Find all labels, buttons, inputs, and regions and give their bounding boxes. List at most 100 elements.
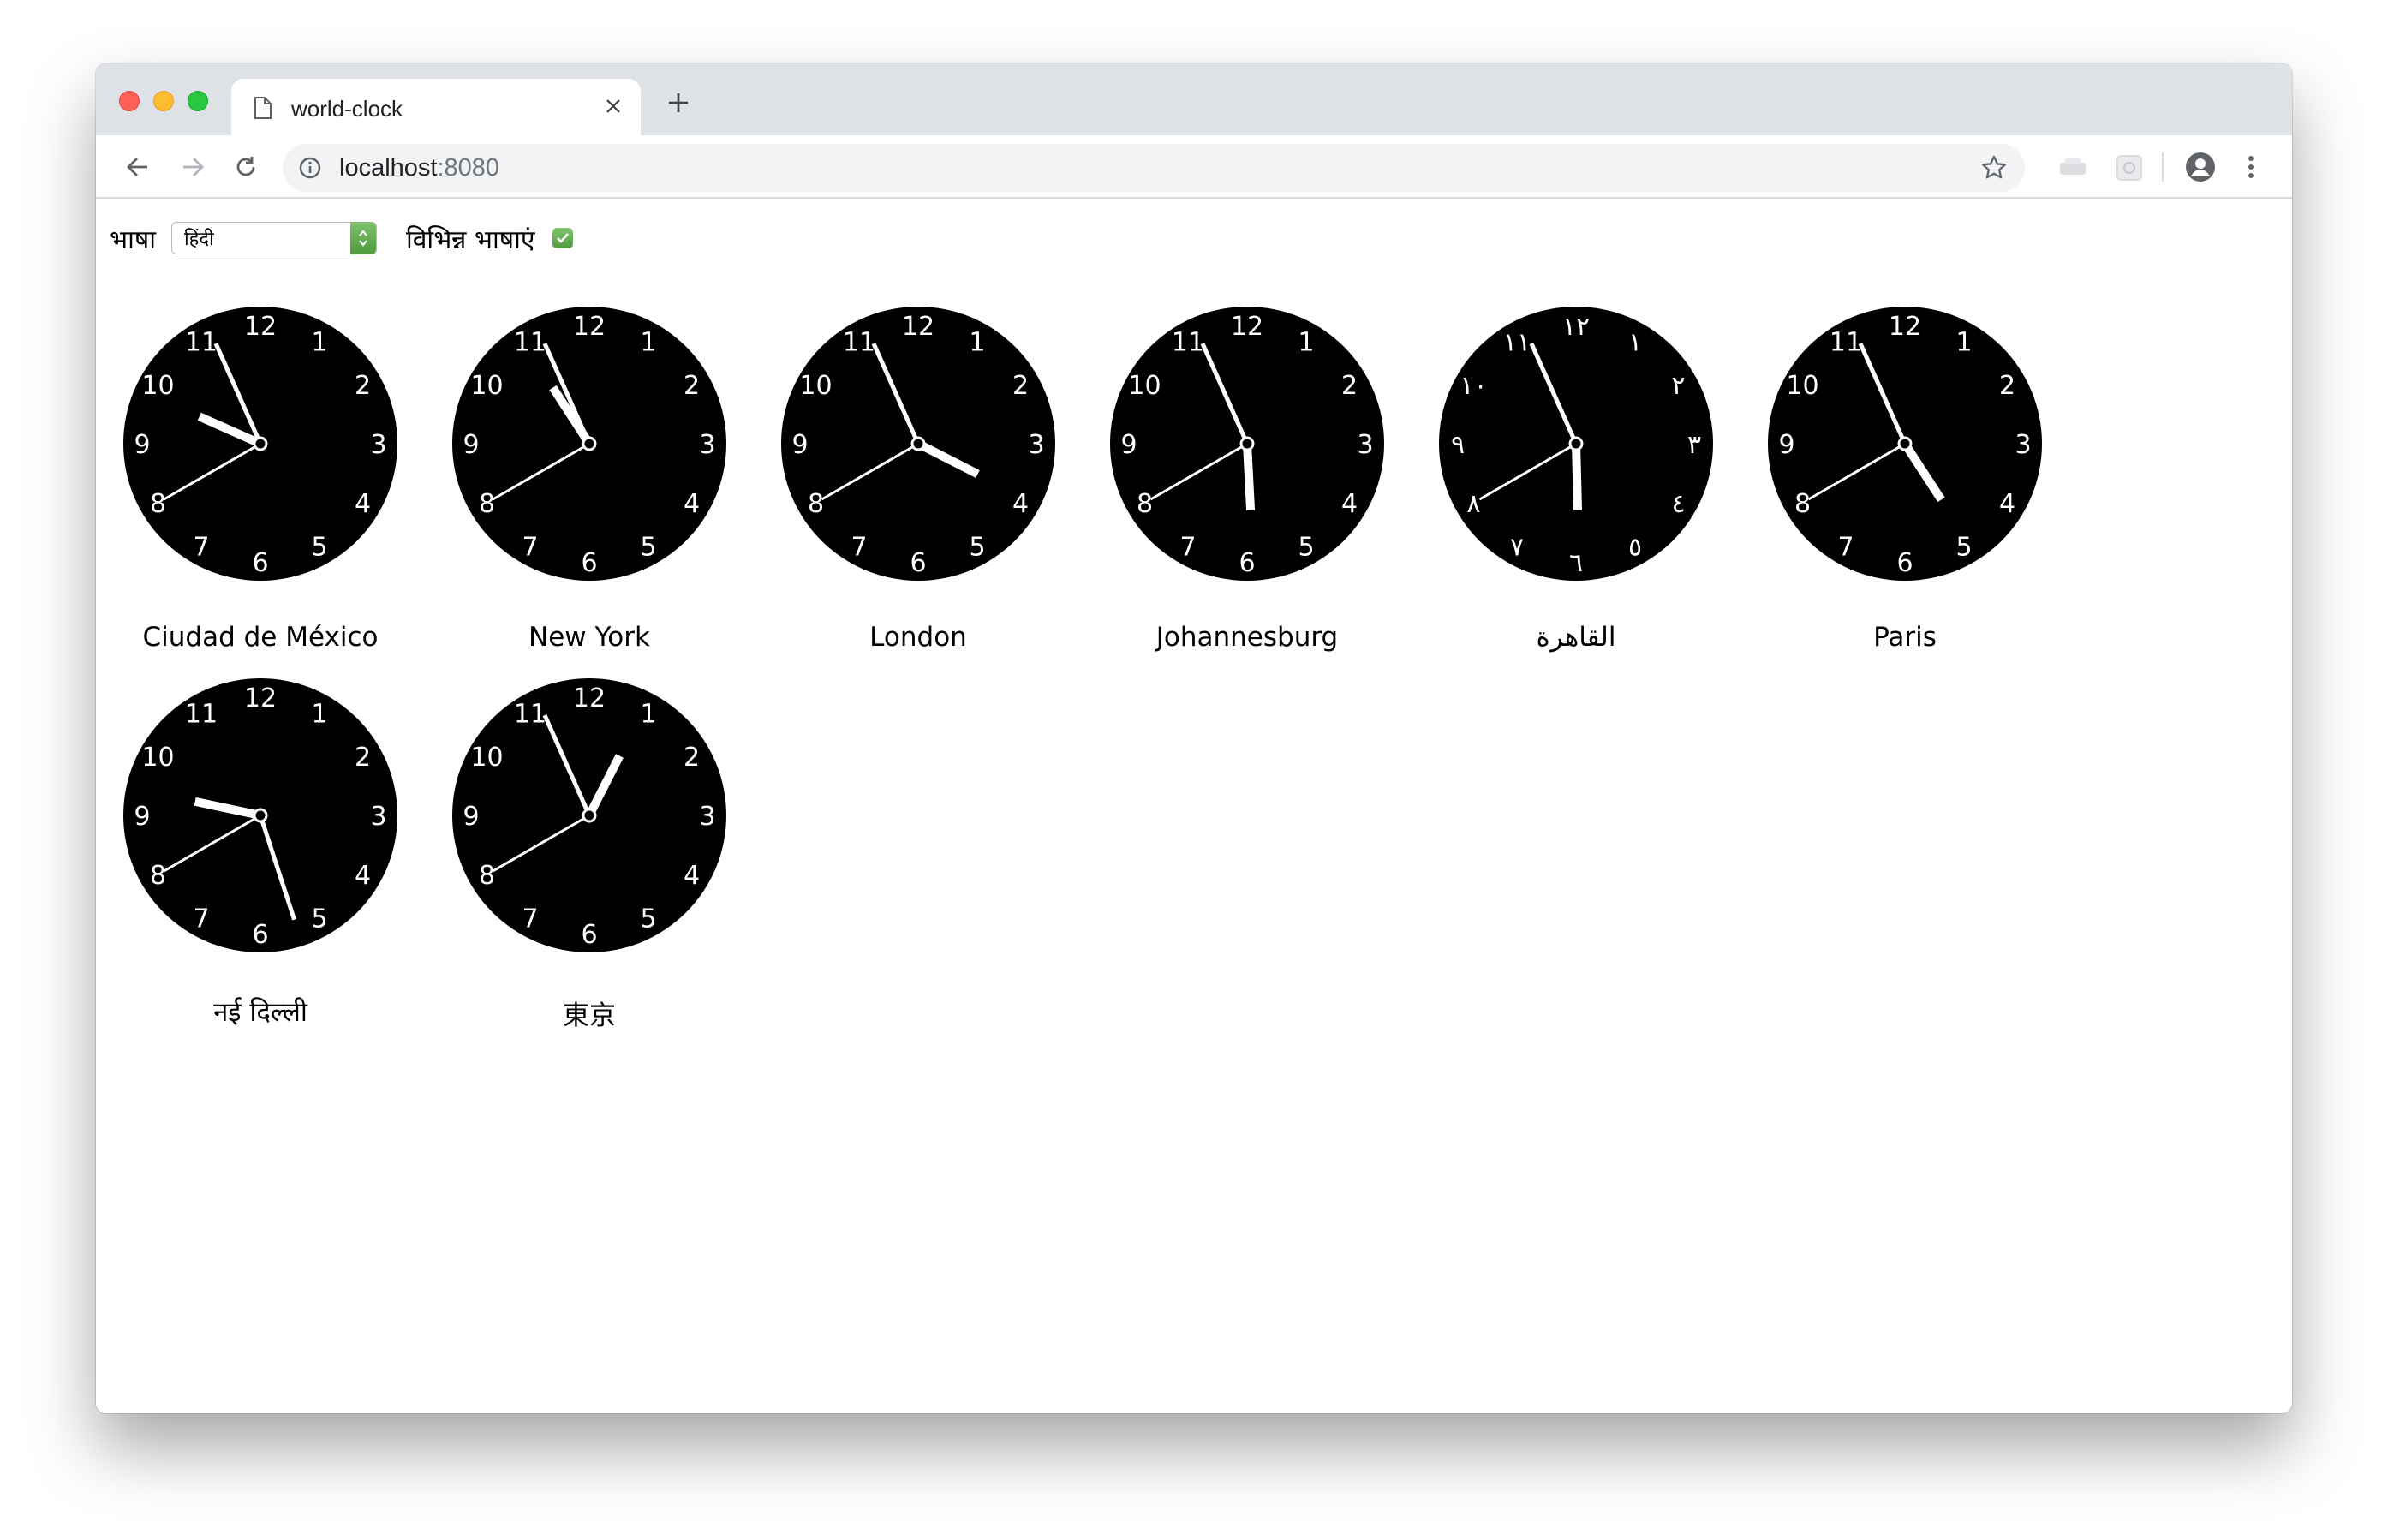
extension-icon[interactable] <box>2057 154 2088 184</box>
hour-hand <box>1243 443 1256 511</box>
close-tab-icon[interactable] <box>598 91 629 122</box>
clock-numeral: 8 <box>1137 489 1153 519</box>
clock-numeral: 5 <box>640 904 656 934</box>
clock-city-label: New York <box>528 622 650 653</box>
new-tab-button[interactable] <box>661 86 696 120</box>
clock-numeral: 9 <box>134 802 150 832</box>
clock-numeral: 2 <box>355 371 371 401</box>
clock-numeral: 6 <box>581 548 597 578</box>
tab-bar: world-clock <box>96 63 2292 135</box>
center-pin <box>910 436 926 451</box>
url-text: localhost:8080 <box>339 154 499 182</box>
clock-numeral: ١٠ <box>1460 371 1487 401</box>
puzzle-extension-icon[interactable] <box>2116 154 2143 186</box>
clock-numeral: 10 <box>470 371 503 401</box>
clock-numeral: 8 <box>150 489 166 519</box>
clock-numeral: ١ <box>1628 327 1642 357</box>
clock-card: 12 1 2 3 4 5 6 7 8 9 10 11 東京 <box>425 678 754 1052</box>
clock-numeral: 6 <box>910 548 926 578</box>
url-port: :8080 <box>437 154 500 182</box>
clock-face: 121234567891011 <box>781 307 1055 581</box>
clock-numeral: 3 <box>2015 430 2031 460</box>
clock-numeral: 4 <box>684 861 700 891</box>
forward-button[interactable] <box>173 147 212 187</box>
clock-numeral: 12 <box>902 312 934 342</box>
clock-numeral: 1 <box>311 327 327 357</box>
controls-bar: भाषा हिंदी विभिन्न भाषाएं <box>110 219 573 257</box>
clock-numeral: 4 <box>355 861 371 891</box>
clock-numeral: 8 <box>479 861 495 891</box>
clock-numeral: 7 <box>522 904 538 934</box>
clock-numeral: 10 <box>141 371 174 401</box>
address-bar[interactable]: localhost:8080 <box>283 144 2025 192</box>
clock-numeral: ٧ <box>1510 533 1524 563</box>
profile-avatar-icon[interactable] <box>2184 151 2217 188</box>
clock-face: 121234567891011 <box>452 307 726 581</box>
clock-numeral: 7 <box>1179 533 1196 563</box>
clock-numeral: 11 <box>185 327 218 357</box>
clock-face: 121234567891011 <box>452 678 726 952</box>
center-pin <box>1239 436 1255 451</box>
chevron-updown-icon <box>349 222 376 254</box>
clock-numeral: 2 <box>684 743 700 773</box>
clock-numeral: 8 <box>808 489 824 519</box>
clock-city-label: London <box>869 622 967 653</box>
multi-language-label: विभिन्न भाषाएं <box>405 224 535 255</box>
clock-numeral: 3 <box>699 802 715 832</box>
center-pin <box>1568 436 1584 451</box>
browser-tab[interactable]: world-clock <box>231 79 641 135</box>
clock-numeral: 9 <box>791 430 808 460</box>
clock-numeral: 12 <box>573 683 606 713</box>
clock-numeral: 11 <box>514 699 546 729</box>
multi-language-checkbox[interactable] <box>552 228 573 248</box>
clock-numeral: 10 <box>1128 371 1161 401</box>
clock-numeral: 10 <box>141 743 174 773</box>
clock-numeral: ٢ <box>1671 371 1685 401</box>
info-icon[interactable] <box>298 156 322 184</box>
clock-numeral: 5 <box>640 533 656 563</box>
maximize-window-button[interactable] <box>188 91 208 111</box>
clock-numeral: ٣ <box>1687 430 1701 460</box>
center-pin <box>253 436 268 451</box>
clock-city-label: 東京 <box>563 1000 616 1031</box>
clock-numeral: 6 <box>581 920 597 950</box>
clock-face: 121234567891011 <box>1768 307 2042 581</box>
bookmark-star-icon[interactable] <box>1980 154 2008 186</box>
menu-kebab-icon[interactable] <box>2246 151 2256 188</box>
close-window-button[interactable] <box>119 91 140 111</box>
clock-numeral: ٩ <box>1451 430 1465 460</box>
minimize-window-button[interactable] <box>153 91 174 111</box>
clock-numeral: 2 <box>1999 371 2015 401</box>
clock-card: 12 1 2 3 4 5 6 7 8 9 10 11 Ciudad de México <box>96 307 425 680</box>
clock-numeral: 6 <box>1239 548 1255 578</box>
clock-card: 12 1 2 3 4 5 6 7 8 9 10 11 Paris <box>1740 307 2069 680</box>
clock-numeral: 2 <box>1012 371 1029 401</box>
document-icon <box>254 96 272 124</box>
clock-numeral: 1 <box>969 327 985 357</box>
clock-card: 12 1 2 3 4 5 6 7 8 9 10 11 Johannesburg <box>1083 307 1412 680</box>
language-select[interactable]: हिंदी <box>170 222 377 254</box>
clock-numeral: 1 <box>640 699 656 729</box>
clock-numeral: 12 <box>1889 312 1921 342</box>
clock-numeral: 9 <box>1778 430 1794 460</box>
hour-hand <box>1572 443 1583 511</box>
clock-numeral: ٤ <box>1671 489 1685 519</box>
clock-numeral: 2 <box>355 743 371 773</box>
clock-numeral: 4 <box>355 489 371 519</box>
back-button[interactable] <box>118 147 158 187</box>
clock-numeral: 8 <box>1794 489 1811 519</box>
clock-numeral: 11 <box>185 699 218 729</box>
clock-numeral: ١٢ <box>1562 312 1590 342</box>
clock-numeral: 10 <box>470 743 503 773</box>
clock-numeral: 2 <box>684 371 700 401</box>
clock-card: 12 1 2 3 4 5 6 7 8 9 10 11 New York <box>425 307 754 680</box>
clock-city-label: Johannesburg <box>1155 622 1339 653</box>
clock-numeral: 12 <box>244 683 277 713</box>
clock-numeral: 3 <box>1357 430 1373 460</box>
clock-numeral: 4 <box>1012 489 1029 519</box>
clock-card: 12 1 2 3 4 5 6 7 8 9 10 11 नई दिल्ली <box>96 678 425 1052</box>
clock-numeral: 5 <box>311 533 327 563</box>
clock-numeral: ٥ <box>1628 533 1642 563</box>
clock-numeral: 5 <box>1298 533 1314 563</box>
reload-button[interactable] <box>226 147 266 187</box>
